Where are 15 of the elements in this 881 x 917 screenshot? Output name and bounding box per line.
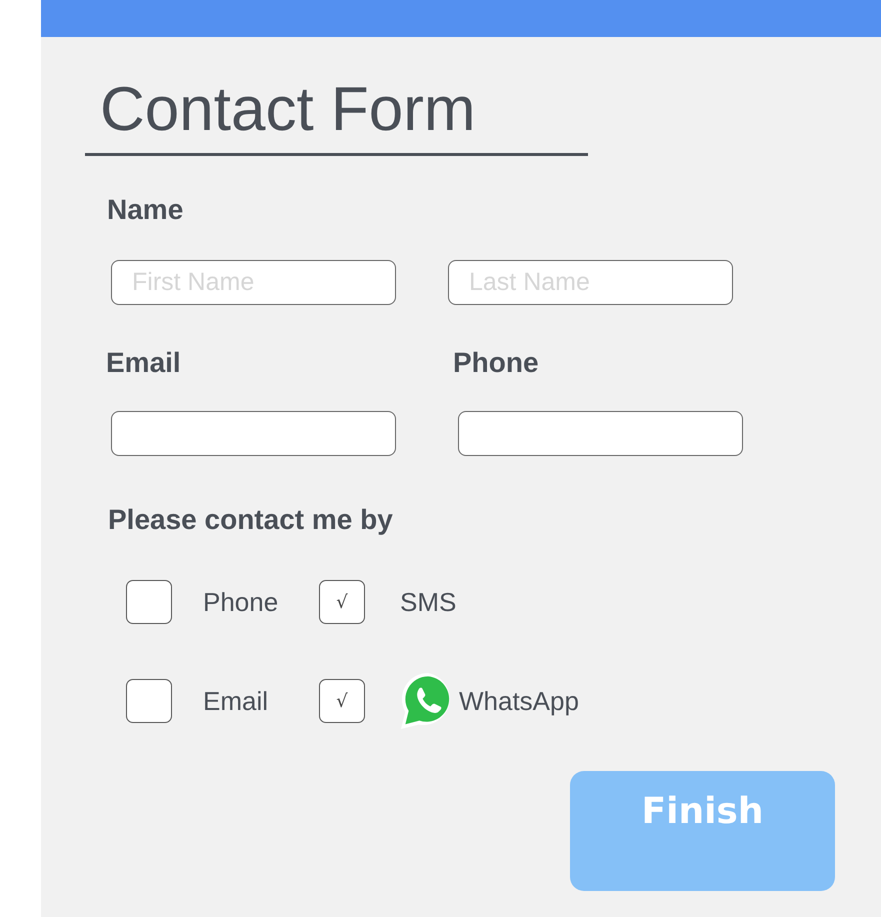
field-label: Email xyxy=(106,347,182,379)
form-title: Contact Form xyxy=(85,77,588,156)
section-label: Please contact me by xyxy=(108,504,394,536)
checkbox[interactable]: √ xyxy=(319,679,365,723)
option-label: Phone xyxy=(203,586,278,618)
option-label: WhatsApp xyxy=(459,686,579,716)
option-label: Email xyxy=(203,686,268,716)
checkbox[interactable]: √ xyxy=(319,580,365,624)
field-label: Name xyxy=(107,194,184,226)
input-field[interactable] xyxy=(111,411,396,456)
checkbox[interactable] xyxy=(126,679,172,723)
field-label: Phone xyxy=(453,347,540,379)
input-field[interactable] xyxy=(458,411,743,456)
option-label: SMS xyxy=(400,586,456,618)
checkbox[interactable] xyxy=(126,580,172,624)
